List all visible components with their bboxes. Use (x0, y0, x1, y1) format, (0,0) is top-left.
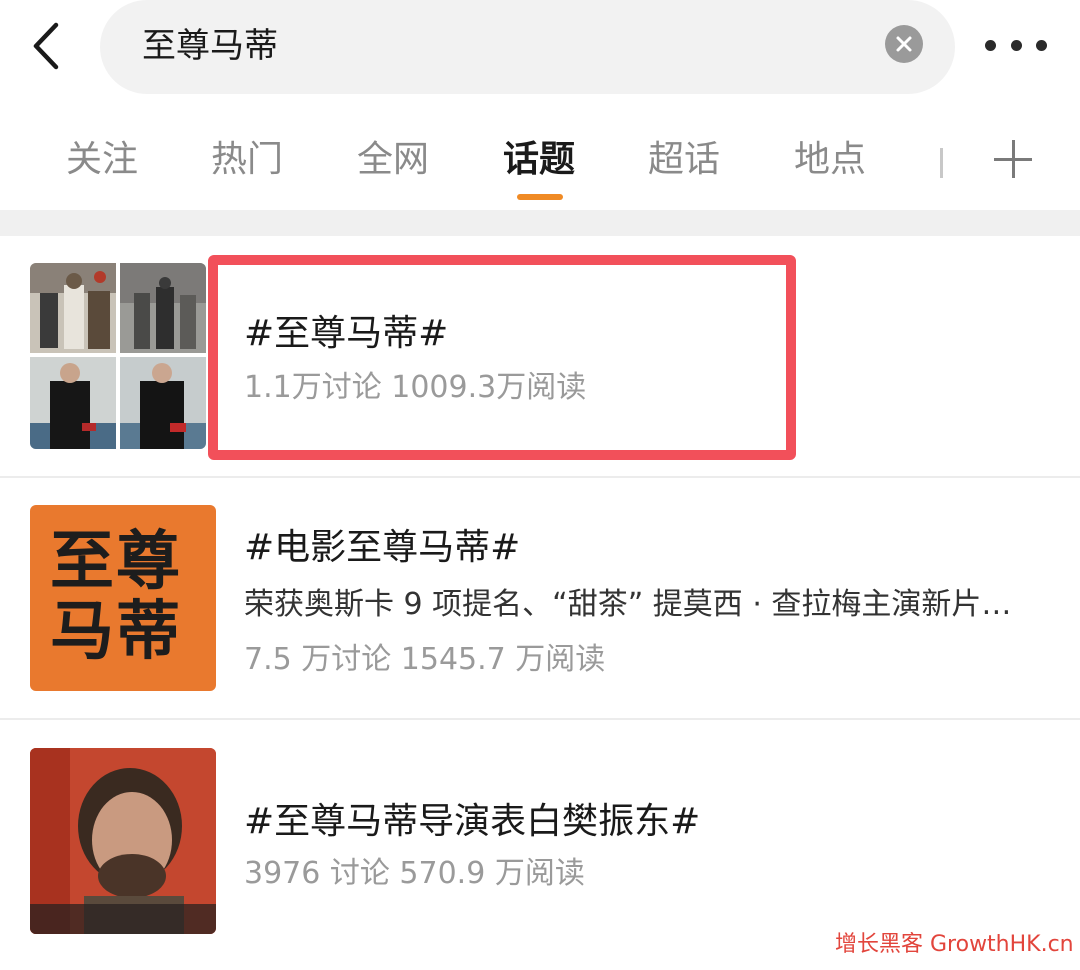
search-tabs: 关注 热门 全网 话题 超话 地点 (0, 118, 1080, 208)
clear-search-button[interactable] (885, 25, 923, 63)
add-tab-button[interactable] (992, 138, 1034, 180)
tab-overflow-fade (940, 140, 950, 184)
chevron-left-icon (33, 22, 59, 70)
more-options-button[interactable] (985, 30, 1047, 60)
tab-all-web[interactable]: 全网 (357, 136, 429, 184)
topic-thumbnail-collage (30, 263, 206, 449)
poster-title-text: 至尊马蒂 (50, 525, 182, 669)
search-input[interactable]: 至尊马蒂 (100, 0, 955, 94)
tab-super-topics[interactable]: 超话 (648, 136, 720, 184)
close-icon (896, 36, 912, 52)
active-tab-indicator (517, 194, 563, 200)
director-photo-thumbnail (30, 748, 216, 934)
tab-places[interactable]: 地点 (794, 136, 866, 184)
tab-hot[interactable]: 热门 (211, 136, 283, 184)
director-portrait-image (30, 748, 216, 934)
tab-topics[interactable]: 话题 (503, 136, 575, 184)
row-divider (0, 718, 1080, 720)
watermark-text: 增长黑客 GrowthHK.cn (835, 932, 1074, 957)
tab-follow[interactable]: 关注 (66, 136, 138, 184)
topic-title[interactable]: #电影至尊马蒂# (244, 524, 520, 572)
topic-stats: 3976 讨论 570.9 万阅读 (244, 856, 585, 891)
section-divider (0, 210, 1080, 236)
topic-stats: 7.5 万讨论 1545.7 万阅读 (244, 642, 606, 677)
row-divider (0, 476, 1080, 478)
search-query: 至尊马蒂 (142, 26, 278, 66)
back-button[interactable] (22, 18, 70, 74)
topic-description: 荣获奥斯卡 9 项提名、“甜茶” 提莫西 · 查拉梅主演新片… (244, 587, 1012, 622)
topic-title[interactable]: #至尊马蒂导演表白樊振东# (244, 798, 700, 846)
photo-collage-image (30, 263, 206, 449)
highlight-annotation-box (208, 255, 796, 460)
movie-poster-thumbnail: 至尊马蒂 (30, 505, 216, 691)
more-dots-icon (985, 39, 996, 51)
